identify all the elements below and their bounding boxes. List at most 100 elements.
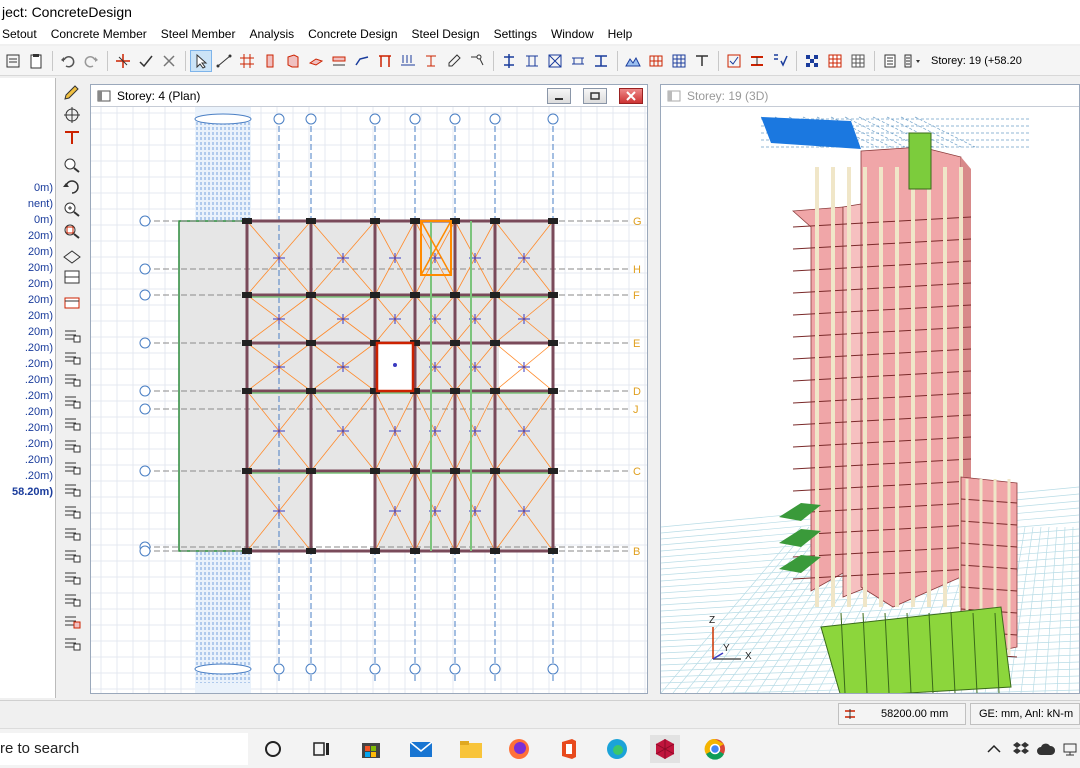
storey-7-icon[interactable] bbox=[62, 458, 82, 476]
storey-15-icon[interactable] bbox=[62, 634, 82, 652]
storey-3-icon[interactable] bbox=[62, 370, 82, 388]
list-icon[interactable] bbox=[2, 50, 24, 72]
menu-steel-design[interactable]: Steel Design bbox=[405, 27, 487, 41]
member-design-icon[interactable] bbox=[746, 50, 768, 72]
tree-item[interactable]: .20m) bbox=[25, 470, 53, 482]
menu-window[interactable]: Window bbox=[544, 27, 601, 41]
move-icon[interactable] bbox=[112, 50, 134, 72]
tree-item[interactable]: .20m) bbox=[25, 390, 53, 402]
foundation-icon[interactable] bbox=[622, 50, 644, 72]
verify-icon[interactable] bbox=[769, 50, 791, 72]
reinforce-icon[interactable] bbox=[668, 50, 690, 72]
storey-6-icon[interactable] bbox=[62, 436, 82, 454]
report-icon[interactable] bbox=[879, 50, 901, 72]
3d-canvas[interactable]: Z Y X bbox=[661, 107, 1079, 693]
node-icon[interactable] bbox=[466, 50, 488, 72]
tree-item[interactable]: 58.20m) bbox=[12, 486, 53, 498]
chrome-icon[interactable] bbox=[700, 735, 730, 763]
tree-item[interactable]: 20m) bbox=[28, 262, 53, 274]
undo-icon[interactable] bbox=[57, 50, 79, 72]
tree-item[interactable]: nent) bbox=[28, 198, 53, 210]
grid-icon[interactable] bbox=[236, 50, 258, 72]
storey-dropdown-icon[interactable] bbox=[902, 50, 924, 72]
edit-icon[interactable] bbox=[443, 50, 465, 72]
task-view-circle-icon[interactable] bbox=[258, 735, 288, 763]
frame-icon[interactable] bbox=[374, 50, 396, 72]
menu-concrete-member[interactable]: Concrete Member bbox=[44, 27, 154, 41]
storey-2-icon[interactable] bbox=[62, 348, 82, 366]
tree-item[interactable]: .20m) bbox=[25, 358, 53, 370]
tree-item[interactable]: .20m) bbox=[25, 342, 53, 354]
mail-icon[interactable] bbox=[406, 735, 436, 763]
target-icon[interactable] bbox=[62, 106, 82, 124]
close-button[interactable] bbox=[619, 88, 643, 104]
maximize-button[interactable] bbox=[583, 88, 607, 104]
chevron-up-icon[interactable] bbox=[984, 735, 1004, 763]
tree-item[interactable]: 20m) bbox=[28, 310, 53, 322]
storey-1-icon[interactable] bbox=[62, 326, 82, 344]
beam-icon[interactable] bbox=[328, 50, 350, 72]
tree-item[interactable]: 20m) bbox=[28, 230, 53, 242]
support-icon[interactable] bbox=[420, 50, 442, 72]
storey-8-icon[interactable] bbox=[62, 480, 82, 498]
mesh-icon[interactable] bbox=[645, 50, 667, 72]
menu-help[interactable]: Help bbox=[601, 27, 640, 41]
align-icon[interactable] bbox=[590, 50, 612, 72]
dimension-icon[interactable] bbox=[691, 50, 713, 72]
wall-icon[interactable] bbox=[282, 50, 304, 72]
storey-5-icon[interactable] bbox=[62, 414, 82, 432]
load-icon[interactable] bbox=[397, 50, 419, 72]
menu-analysis[interactable]: Analysis bbox=[242, 27, 301, 41]
zoom-extents-icon[interactable] bbox=[62, 200, 82, 218]
tree-item[interactable]: 20m) bbox=[28, 294, 53, 306]
file-explorer-icon[interactable] bbox=[456, 735, 486, 763]
section-icon[interactable] bbox=[62, 268, 82, 286]
storey-13-icon[interactable] bbox=[62, 590, 82, 608]
storey-10-icon[interactable] bbox=[62, 524, 82, 542]
task-view-icon[interactable] bbox=[306, 735, 336, 763]
storey-9-icon[interactable] bbox=[62, 502, 82, 520]
check-icon[interactable] bbox=[135, 50, 157, 72]
network-icon[interactable] bbox=[1060, 735, 1080, 763]
layers-icon[interactable] bbox=[62, 294, 82, 312]
menu-setout[interactable]: Setout bbox=[0, 27, 44, 41]
spreadsheet-icon[interactable] bbox=[847, 50, 869, 72]
menu-settings[interactable]: Settings bbox=[487, 27, 544, 41]
storey-14-icon[interactable] bbox=[62, 612, 82, 630]
origin-icon[interactable] bbox=[62, 128, 82, 146]
paste-icon[interactable] bbox=[25, 50, 47, 72]
pattern-icon[interactable] bbox=[801, 50, 823, 72]
brace-icon[interactable] bbox=[544, 50, 566, 72]
tree-item[interactable]: 0m) bbox=[34, 182, 53, 194]
cloud-icon[interactable] bbox=[1034, 735, 1058, 763]
select-pointer-icon[interactable] bbox=[190, 49, 212, 72]
menu-steel-member[interactable]: Steel Member bbox=[154, 27, 243, 41]
firefox-icon[interactable] bbox=[504, 735, 534, 763]
delete-icon[interactable] bbox=[158, 50, 180, 72]
storey-selector[interactable]: Storey: 19 (+58.20 bbox=[931, 55, 1022, 67]
offset-icon[interactable] bbox=[521, 50, 543, 72]
tree-item[interactable]: 0m) bbox=[34, 214, 53, 226]
tree-item[interactable]: 20m) bbox=[28, 326, 53, 338]
minimize-button[interactable] bbox=[547, 88, 571, 104]
store-icon[interactable] bbox=[356, 735, 386, 763]
taskbar-search[interactable]: re to search bbox=[0, 733, 248, 765]
tree-item[interactable]: .20m) bbox=[25, 406, 53, 418]
column-icon[interactable] bbox=[259, 50, 281, 72]
storey-11-icon[interactable] bbox=[62, 546, 82, 564]
zoom-icon[interactable] bbox=[62, 156, 82, 174]
storey-4-icon[interactable] bbox=[62, 392, 82, 410]
line-icon[interactable] bbox=[213, 50, 235, 72]
rotate-icon[interactable] bbox=[62, 178, 82, 196]
concrete-design-app-icon[interactable] bbox=[650, 735, 680, 763]
tree-item[interactable]: .20m) bbox=[25, 438, 53, 450]
view-icon[interactable] bbox=[62, 248, 82, 266]
dropbox-icon[interactable] bbox=[1010, 735, 1032, 763]
slab-icon[interactable] bbox=[305, 50, 327, 72]
split-icon[interactable] bbox=[498, 50, 520, 72]
connect-icon[interactable] bbox=[567, 50, 589, 72]
table-icon[interactable] bbox=[824, 50, 846, 72]
pencil-icon[interactable] bbox=[62, 84, 82, 102]
plan-canvas[interactable]: G H F E DJ C B bbox=[91, 107, 647, 693]
tree-item[interactable]: 20m) bbox=[28, 246, 53, 258]
